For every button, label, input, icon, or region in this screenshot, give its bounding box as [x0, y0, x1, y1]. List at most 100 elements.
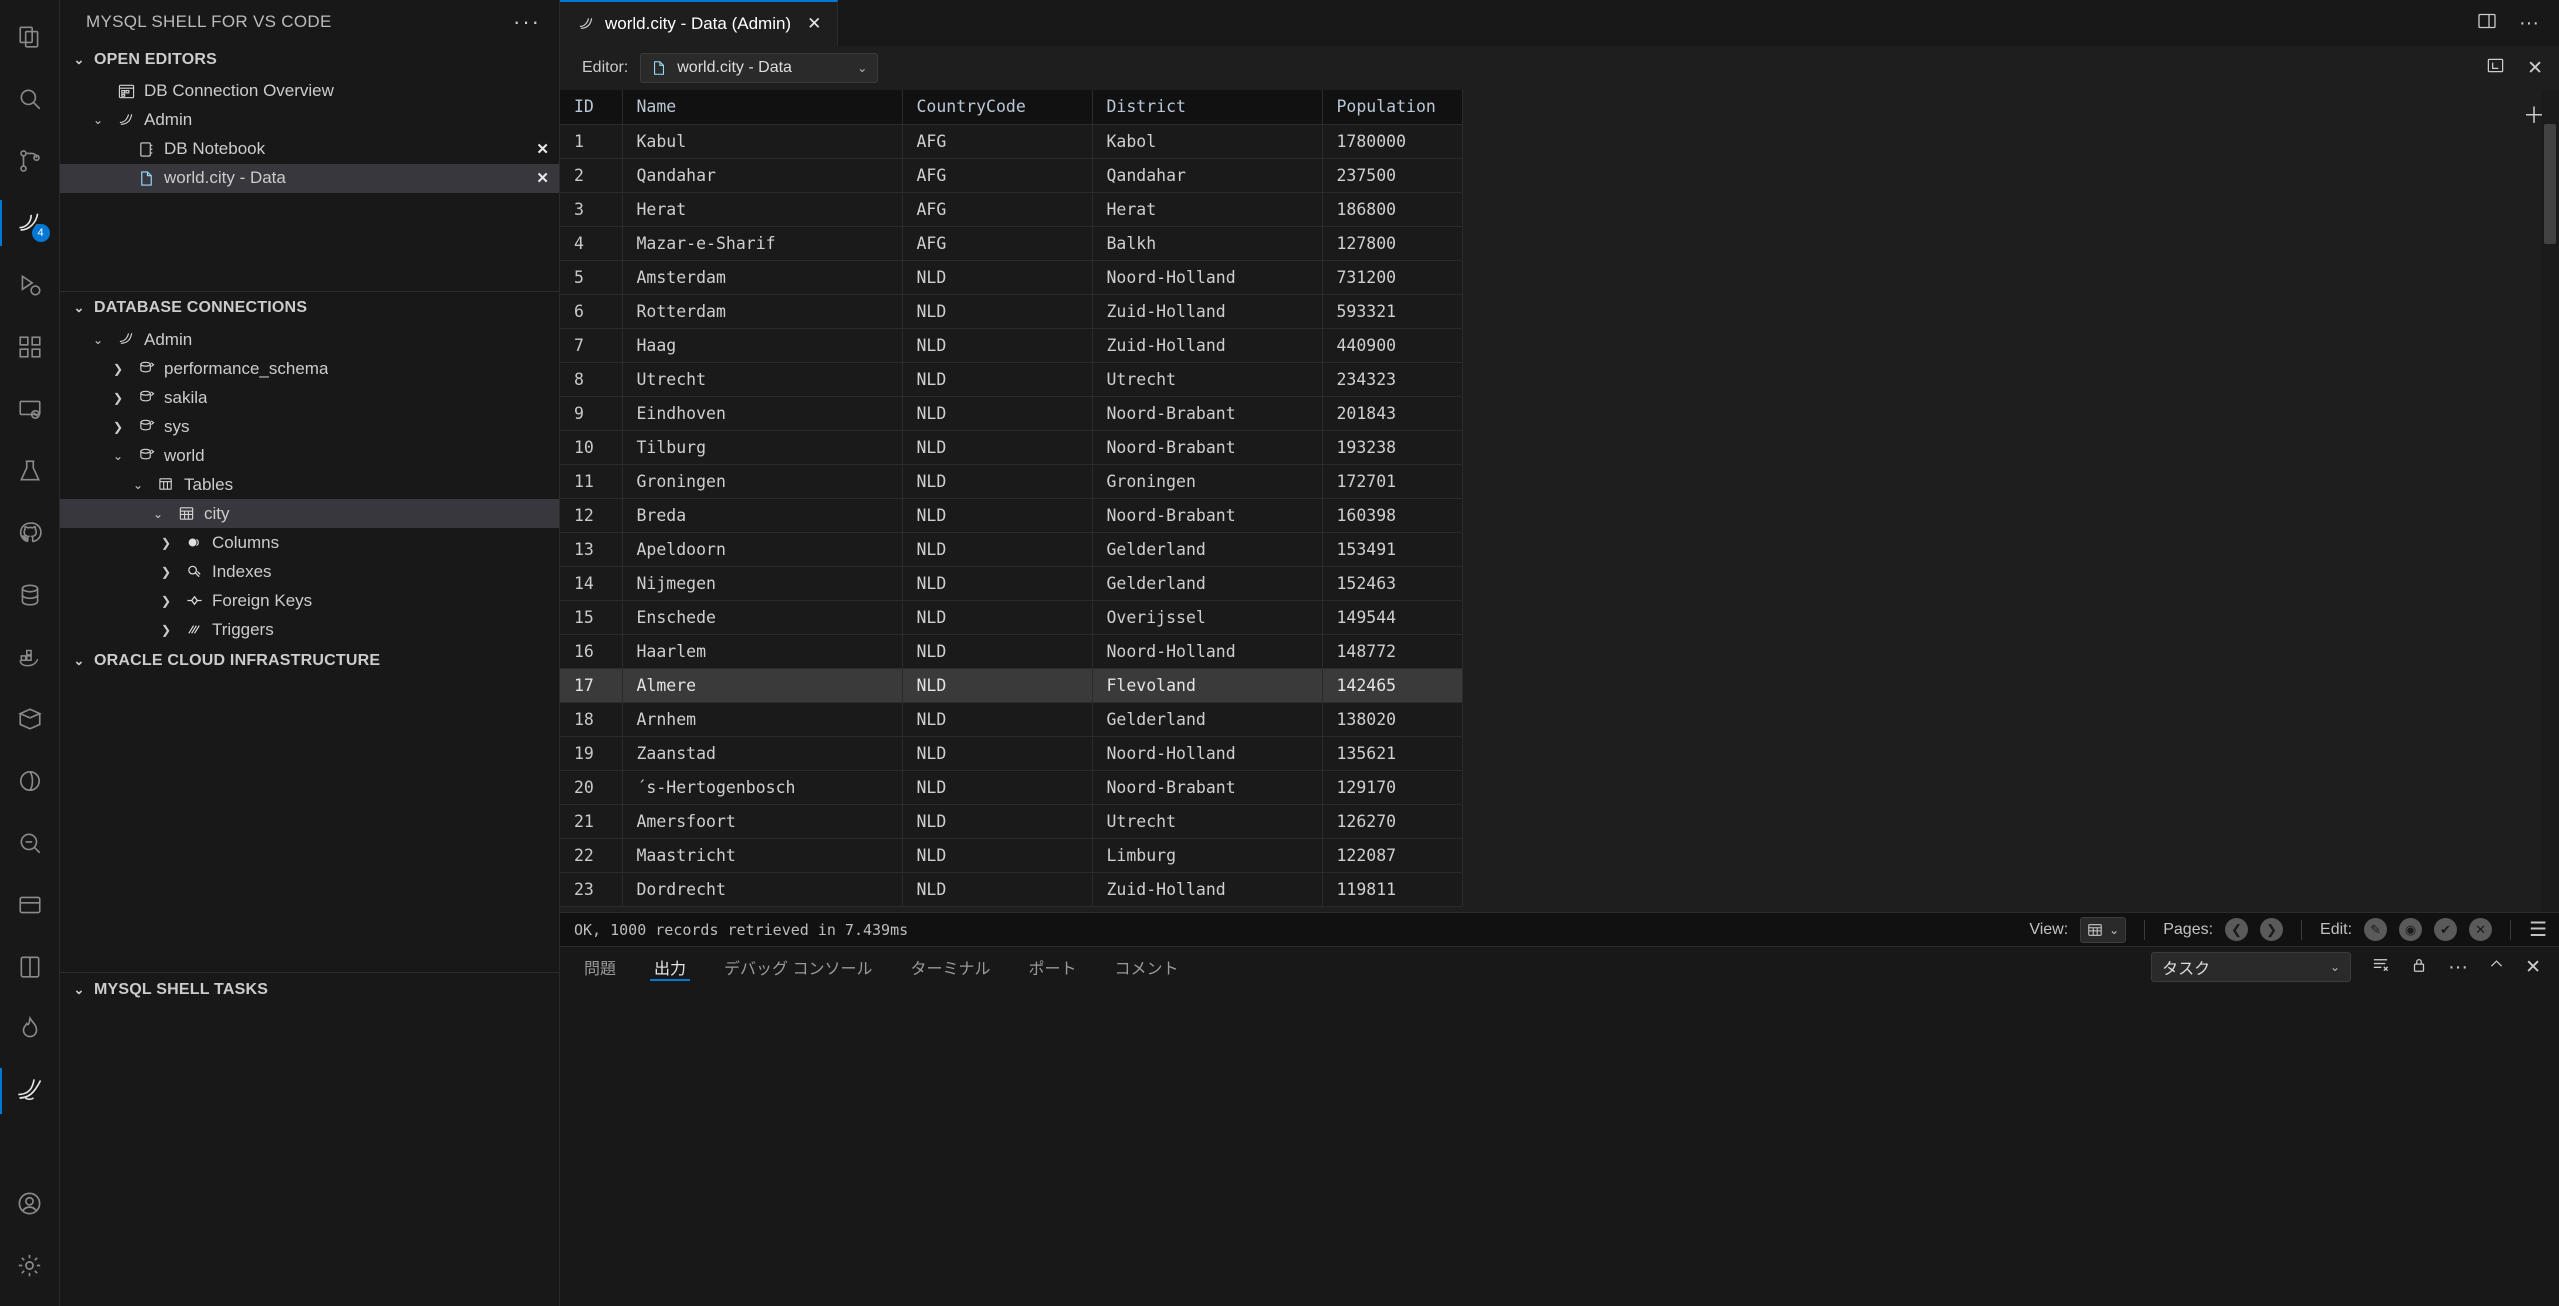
table-cell-name[interactable]: Herat — [622, 192, 903, 227]
tree-item-tables[interactable]: ⌄ Tables — [60, 470, 559, 499]
table-cell-countrycode[interactable]: AFG — [902, 124, 1093, 159]
table-row[interactable]: 15 Enschede NLD Overijssel 149544 — [560, 600, 1463, 635]
table-cell-countrycode[interactable]: AFG — [902, 192, 1093, 227]
table-row[interactable]: 7 Haag NLD Zuid-Holland 440900 — [560, 328, 1463, 363]
table-cell-population[interactable]: 237500 — [1322, 158, 1463, 193]
table-cell-name[interactable]: Almere — [622, 668, 903, 703]
table-cell-countrycode[interactable]: AFG — [902, 158, 1093, 193]
table-cell-population[interactable]: 172701 — [1322, 464, 1463, 499]
table-cell-id[interactable]: 11 — [560, 464, 623, 499]
table-row[interactable]: 11 Groningen NLD Groningen 172701 — [560, 464, 1463, 499]
close-panel-icon[interactable]: ✕ — [2525, 956, 2541, 979]
activity-item-extensions[interactable] — [0, 316, 60, 378]
table-row[interactable]: 13 Apeldoorn NLD Gelderland 153491 — [560, 532, 1463, 567]
table-cell-countrycode[interactable]: NLD — [902, 634, 1093, 669]
table-row[interactable]: 10 Tilburg NLD Noord-Brabant 193238 — [560, 430, 1463, 465]
table-cell-district[interactable]: Kabol — [1092, 124, 1323, 159]
activity-item-docker[interactable] — [0, 626, 60, 688]
table-cell-district[interactable]: Flevoland — [1092, 668, 1323, 703]
table-cell-name[interactable]: Apeldoorn — [622, 532, 903, 567]
tree-item-performance-schema[interactable]: ❯ performance_schema — [60, 354, 559, 383]
table-cell-countrycode[interactable]: NLD — [902, 464, 1093, 499]
panel-tab-problems[interactable]: 問題 — [580, 947, 620, 987]
table-cell-population[interactable]: 122087 — [1322, 838, 1463, 873]
table-cell-district[interactable]: Noord-Brabant — [1092, 430, 1323, 465]
activity-item-database[interactable] — [0, 564, 60, 626]
table-cell-id[interactable]: 18 — [560, 702, 623, 737]
more-actions-icon[interactable]: ··· — [2519, 13, 2539, 33]
activity-item-card-tool[interactable] — [0, 874, 60, 936]
tree-item-admin[interactable]: ⌄ Admin — [60, 325, 559, 354]
panel-tab-debug-console[interactable]: デバッグ コンソール — [720, 947, 876, 987]
table-cell-population[interactable]: 1780000 — [1322, 124, 1463, 159]
tree-item-world[interactable]: ⌄ world — [60, 441, 559, 470]
column-header-district[interactable]: District — [1092, 90, 1323, 125]
table-cell-countrycode[interactable]: NLD — [902, 362, 1093, 397]
table-cell-name[interactable]: Eindhoven — [622, 396, 903, 431]
clear-output-icon[interactable] — [2371, 955, 2390, 979]
table-cell-population[interactable]: 152463 — [1322, 566, 1463, 601]
table-cell-countrycode[interactable]: NLD — [902, 668, 1093, 703]
table-cell-district[interactable]: Gelderland — [1092, 566, 1323, 601]
table-cell-population[interactable]: 731200 — [1322, 260, 1463, 295]
table-cell-id[interactable]: 17 — [560, 668, 623, 703]
column-header-id[interactable]: ID — [560, 90, 623, 125]
table-cell-countrycode[interactable]: NLD — [902, 736, 1093, 771]
chevron-down-icon[interactable]: ⌄ — [108, 449, 128, 463]
column-header-countrycode[interactable]: CountryCode — [902, 90, 1093, 125]
split-editor-icon[interactable] — [2477, 11, 2497, 35]
table-cell-district[interactable]: Noord-Holland — [1092, 736, 1323, 771]
table-cell-id[interactable]: 8 — [560, 362, 623, 397]
table-cell-countrycode[interactable]: NLD — [902, 770, 1093, 805]
table-cell-district[interactable]: Gelderland — [1092, 532, 1323, 567]
chevron-right-icon[interactable]: ❯ — [156, 536, 176, 550]
open-editor-db-notebook[interactable]: DB Notebook ✕ — [60, 135, 559, 164]
table-cell-countrycode[interactable]: NLD — [902, 328, 1093, 363]
tree-item-indexes[interactable]: ❯ Indexes — [60, 557, 559, 586]
previous-page-button[interactable]: ❮ — [2225, 918, 2249, 941]
table-cell-name[interactable]: Maastricht — [622, 838, 903, 873]
table-cell-population[interactable]: 234323 — [1322, 362, 1463, 397]
table-cell-countrycode[interactable]: NLD — [902, 396, 1093, 431]
table-cell-id[interactable]: 1 — [560, 124, 623, 159]
table-cell-id[interactable]: 9 — [560, 396, 623, 431]
table-cell-id[interactable]: 16 — [560, 634, 623, 669]
table-row[interactable]: 4 Mazar-e-Sharif AFG Balkh 127800 — [560, 226, 1463, 261]
table-row[interactable]: 8 Utrecht NLD Utrecht 234323 — [560, 362, 1463, 397]
sidebar-more-actions[interactable]: ··· — [513, 9, 541, 35]
grid-scroll-thumb[interactable] — [2544, 124, 2556, 244]
table-cell-district[interactable]: Groningen — [1092, 464, 1323, 499]
maximize-panel-icon[interactable] — [2488, 956, 2505, 978]
chevron-down-icon[interactable]: ⌄ — [88, 333, 108, 347]
table-cell-id[interactable]: 19 — [560, 736, 623, 771]
table-row[interactable]: 3 Herat AFG Herat 186800 — [560, 192, 1463, 227]
activity-item-accounts[interactable] — [0, 1172, 60, 1234]
table-cell-population[interactable]: 129170 — [1322, 770, 1463, 805]
table-cell-name[interactable]: Breda — [622, 498, 903, 533]
chevron-right-icon[interactable]: ❯ — [108, 362, 128, 376]
activity-item-flame-tool[interactable] — [0, 998, 60, 1060]
table-cell-district[interactable]: Utrecht — [1092, 804, 1323, 839]
edit-pencil-button[interactable]: ✎ — [2364, 918, 2388, 941]
table-row[interactable]: 21 Amersfoort NLD Utrecht 126270 — [560, 804, 1463, 839]
activity-item-dolphin-tool[interactable] — [0, 1060, 60, 1122]
table-cell-name[interactable]: Utrecht — [622, 362, 903, 397]
table-cell-countrycode[interactable]: NLD — [902, 294, 1093, 329]
open-editor-admin[interactable]: ⌄ Admin — [60, 106, 559, 135]
table-cell-district[interactable]: Zuid-Holland — [1092, 872, 1323, 907]
section-open-editors[interactable]: ⌄ OPEN EDITORS — [60, 43, 559, 76]
table-cell-countrycode[interactable]: NLD — [902, 838, 1093, 873]
table-cell-population[interactable]: 440900 — [1322, 328, 1463, 363]
section-database-connections[interactable]: ⌄ DATABASE CONNECTIONS — [60, 292, 559, 325]
table-row[interactable]: 5 Amsterdam NLD Noord-Holland 731200 — [560, 260, 1463, 295]
table-cell-name[interactable]: Amsterdam — [622, 260, 903, 295]
table-cell-name[interactable]: Groningen — [622, 464, 903, 499]
table-row[interactable]: 14 Nijmegen NLD Gelderland 152463 — [560, 566, 1463, 601]
table-row[interactable]: 9 Eindhoven NLD Noord-Brabant 201843 — [560, 396, 1463, 431]
table-cell-countrycode[interactable]: AFG — [902, 226, 1093, 261]
table-cell-name[interactable]: Qandahar — [622, 158, 903, 193]
editor-select[interactable]: world.city - Data ⌄ — [640, 53, 879, 83]
table-cell-countrycode[interactable]: NLD — [902, 600, 1093, 635]
tree-item-city[interactable]: ⌄ city — [60, 499, 559, 529]
table-cell-district[interactable]: Noord-Holland — [1092, 634, 1323, 669]
